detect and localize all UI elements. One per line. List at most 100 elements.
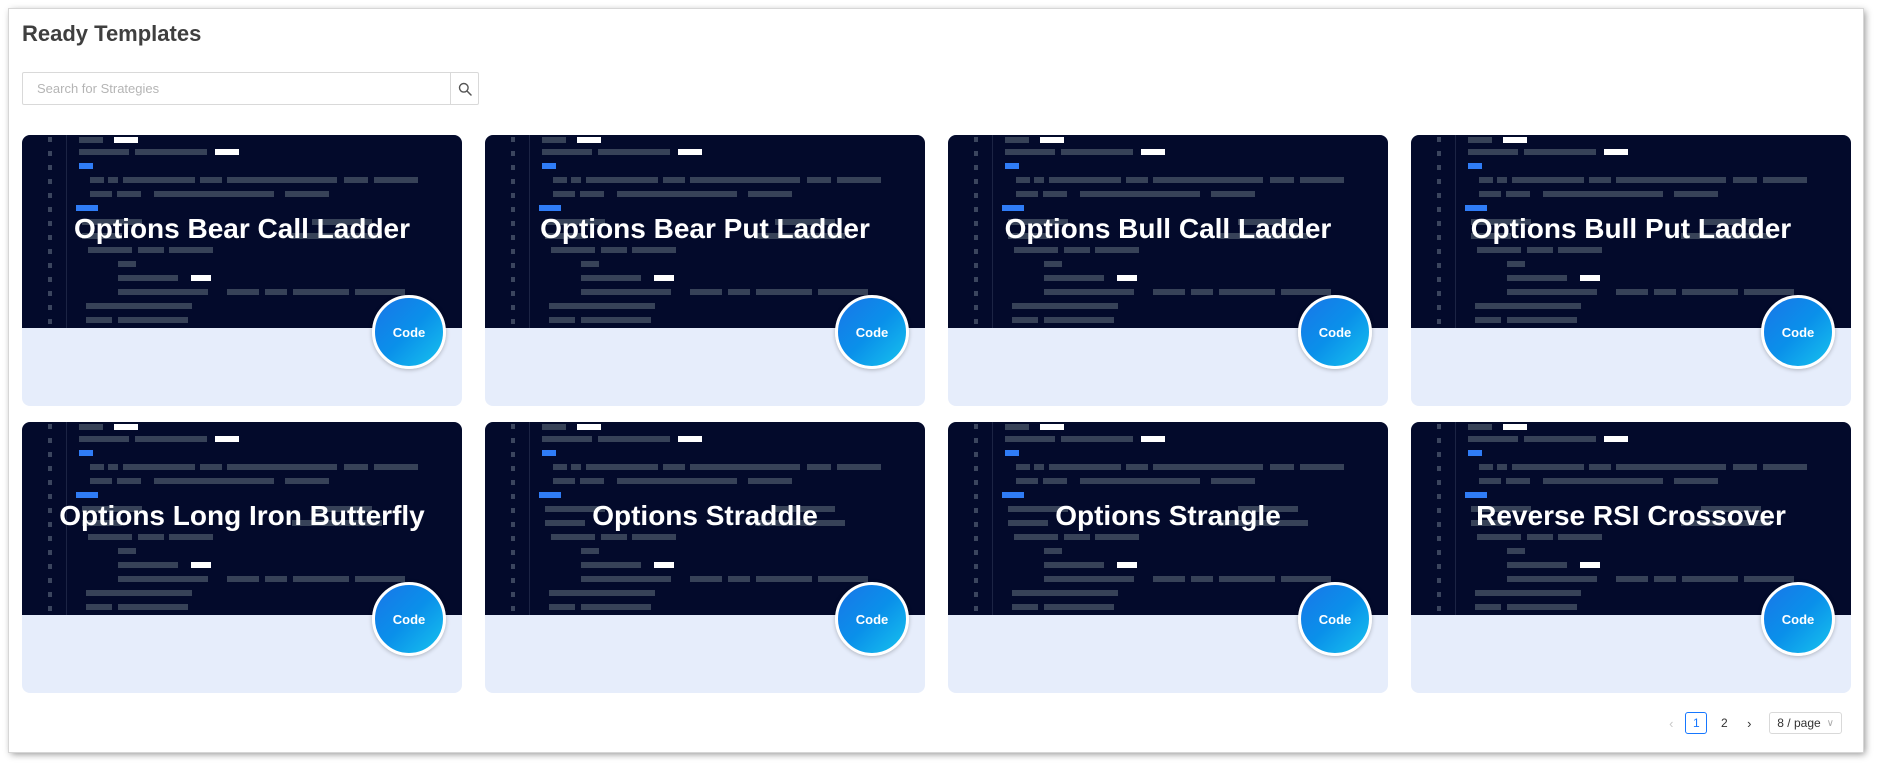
code-token (1002, 492, 1024, 498)
code-line-number (511, 305, 515, 310)
code-token (79, 163, 93, 169)
code-token (1558, 247, 1602, 253)
code-token (86, 317, 112, 323)
code-token (837, 177, 881, 183)
code-line-number (48, 480, 52, 485)
code-line-number (48, 424, 52, 429)
code-button[interactable]: Code (1298, 582, 1372, 656)
code-button[interactable]: Code (1298, 295, 1372, 369)
code-line-number (511, 263, 515, 268)
code-line-number (511, 466, 515, 471)
page-item-1[interactable]: 1 (1685, 712, 1708, 734)
code-token (227, 576, 259, 582)
code-line-number (48, 249, 52, 254)
code-token (571, 177, 581, 183)
code-line-number (48, 564, 52, 569)
search-button[interactable] (451, 72, 479, 105)
code-button[interactable]: Code (1761, 295, 1835, 369)
code-token (1016, 464, 1030, 470)
code-token (1479, 478, 1501, 484)
template-card[interactable]: Options Long Iron Butterfly Code (22, 422, 462, 693)
code-token (1005, 436, 1055, 442)
code-token (1219, 576, 1275, 582)
code-line-number (48, 550, 52, 555)
template-card[interactable]: Options Strangle Code (948, 422, 1388, 693)
code-token (632, 247, 676, 253)
code-token (1080, 191, 1200, 197)
code-button[interactable]: Code (1761, 582, 1835, 656)
code-line-number (974, 424, 978, 429)
code-token (90, 478, 112, 484)
code-token (756, 576, 812, 582)
code-token (1524, 149, 1596, 155)
template-card[interactable]: Reverse RSI Crossover Code (1411, 422, 1851, 693)
code-line-number (48, 277, 52, 282)
code-token (118, 576, 208, 582)
code-token (581, 275, 641, 281)
code-token (169, 247, 213, 253)
code-token (1527, 534, 1553, 540)
template-card[interactable]: Options Bull Call Ladder Code (948, 135, 1388, 406)
code-token (154, 191, 274, 197)
template-card[interactable]: Options Bull Put Ladder Code (1411, 135, 1851, 406)
code-token (542, 424, 566, 430)
code-token (1543, 191, 1663, 197)
code-line-number (1437, 249, 1441, 254)
code-token (1468, 149, 1518, 155)
code-token (1012, 317, 1038, 323)
code-token (1005, 163, 1019, 169)
code-token (1043, 191, 1067, 197)
code-token (1475, 317, 1501, 323)
code-line-number (511, 277, 515, 282)
code-button[interactable]: Code (835, 582, 909, 656)
code-token (1064, 247, 1090, 253)
code-token (1049, 464, 1121, 470)
code-button[interactable]: Code (372, 582, 446, 656)
code-line-number (511, 424, 515, 429)
code-token (79, 424, 103, 430)
code-token (539, 205, 561, 211)
page-size-select[interactable]: 8 / page ∨ (1769, 712, 1842, 734)
code-token (1126, 177, 1148, 183)
chevron-left-icon[interactable]: ‹ (1663, 716, 1679, 731)
code-token (1005, 450, 1019, 456)
template-card[interactable]: Options Straddle Code (485, 422, 925, 693)
code-line-number (974, 277, 978, 282)
code-line-number (974, 291, 978, 296)
page-size-label: 8 / page (1777, 716, 1821, 730)
code-token (617, 191, 737, 197)
code-token (577, 137, 601, 143)
template-card[interactable]: Options Bear Call Ladder Code (22, 135, 462, 406)
code-token (1512, 177, 1584, 183)
code-token (1044, 317, 1114, 323)
code-token (1733, 177, 1757, 183)
code-token (542, 163, 556, 169)
code-token (76, 205, 98, 211)
code-token (551, 247, 595, 253)
code-token (1465, 492, 1487, 498)
template-card[interactable]: Options Bear Put Ladder Code (485, 135, 925, 406)
code-token (807, 177, 831, 183)
code-token (581, 548, 599, 554)
code-line-number (511, 179, 515, 184)
page-item-2[interactable]: 2 (1713, 712, 1735, 734)
code-token (690, 177, 800, 183)
search-input[interactable] (22, 72, 451, 105)
code-token (1005, 424, 1029, 430)
code-token (118, 289, 208, 295)
code-token (215, 149, 239, 155)
code-line-number (48, 263, 52, 268)
code-button[interactable]: Code (835, 295, 909, 369)
code-line-number (974, 151, 978, 156)
card-title: Options Long Iron Butterfly (59, 500, 425, 531)
code-token (581, 562, 641, 568)
code-line-number (974, 263, 978, 268)
code-line-number (1437, 606, 1441, 611)
chevron-right-icon[interactable]: › (1741, 716, 1757, 731)
card-title: Options Straddle (592, 500, 818, 531)
code-token (265, 576, 287, 582)
code-line-number (974, 207, 978, 212)
code-token (549, 590, 655, 596)
code-line-number (974, 550, 978, 555)
code-button[interactable]: Code (372, 295, 446, 369)
